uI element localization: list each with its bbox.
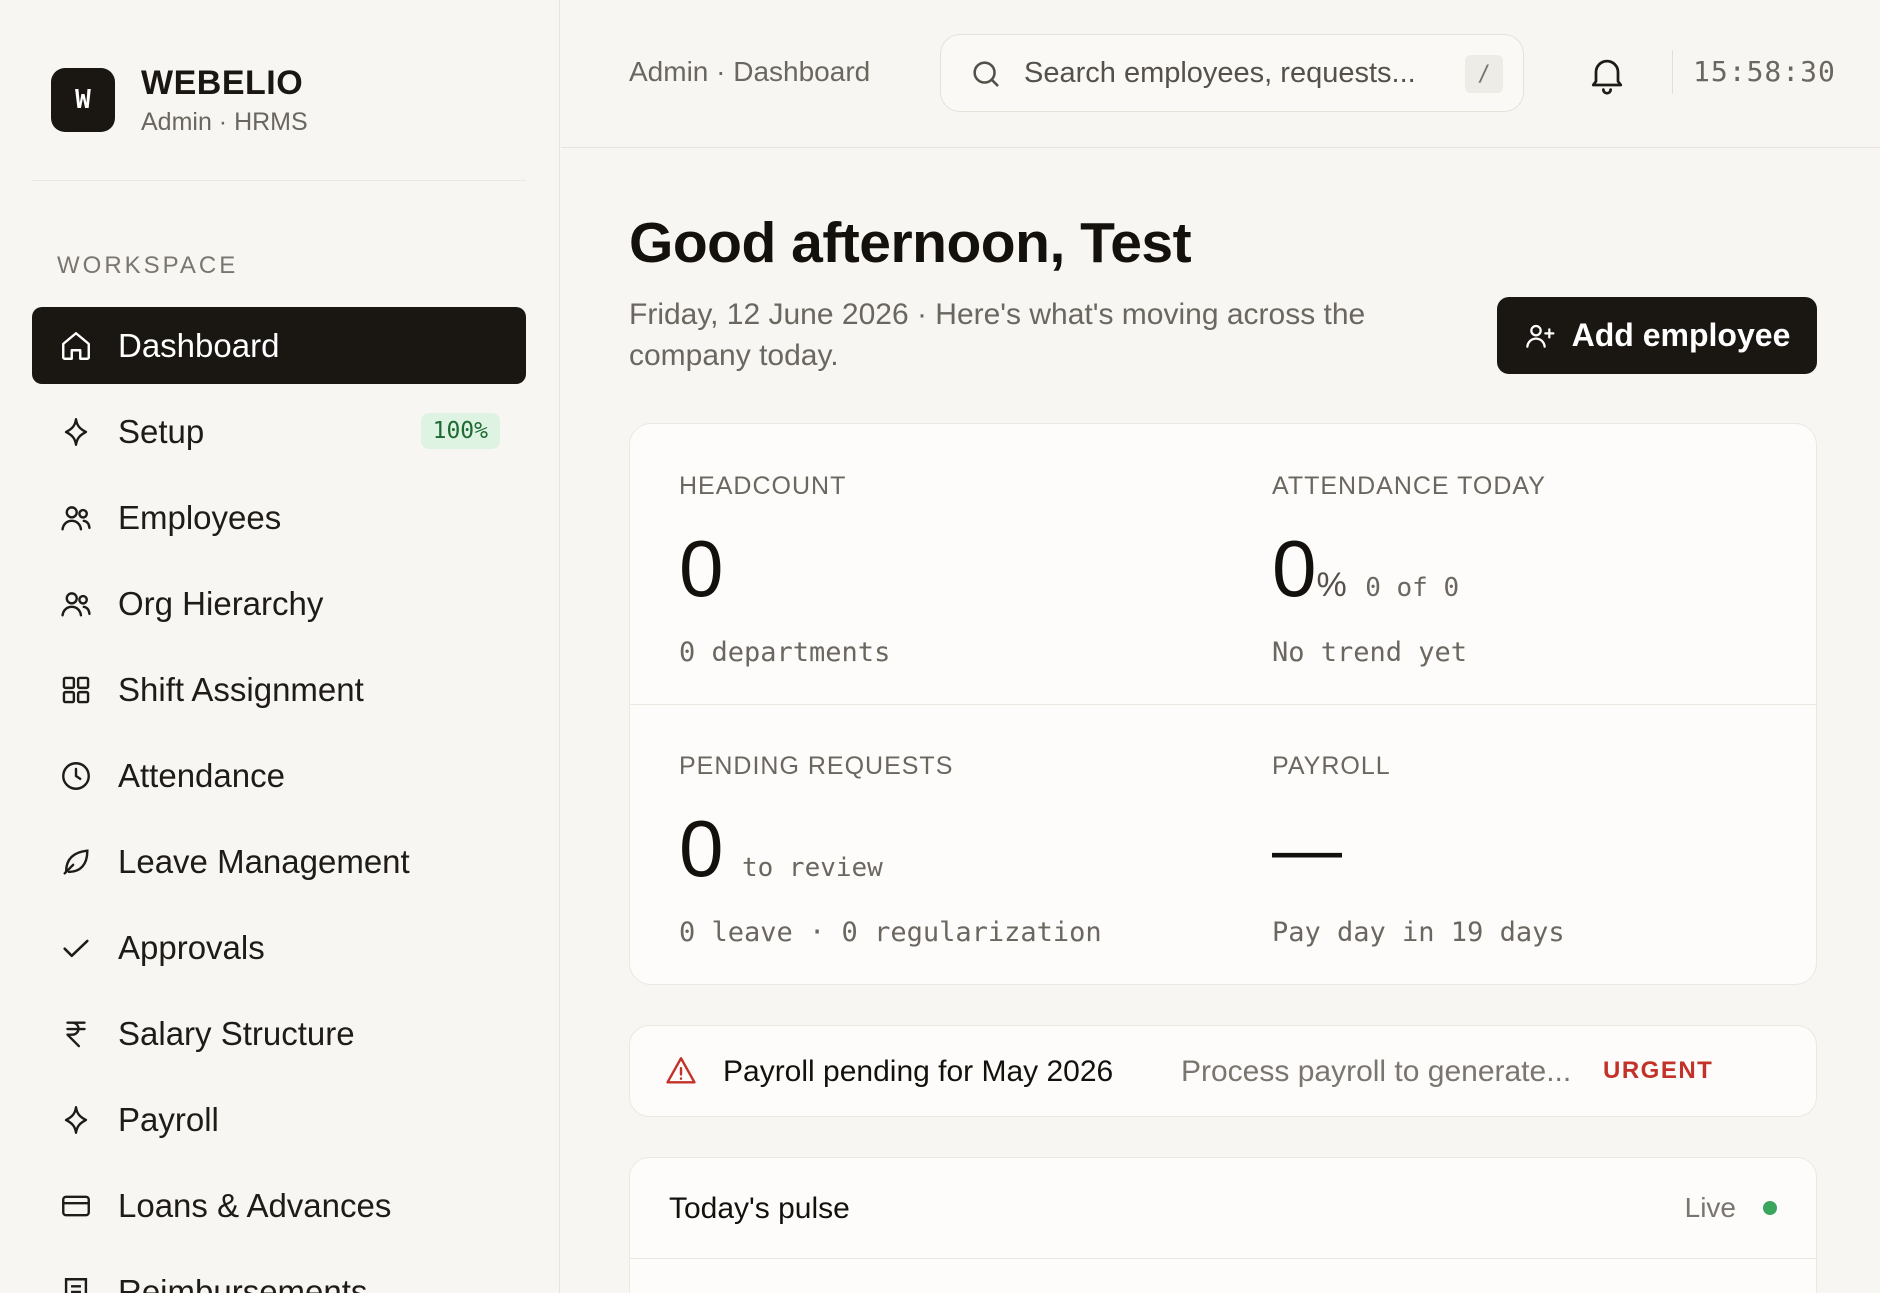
stat-attendance[interactable]: ATTENDANCE TODAY 0% 0 of 0 No trend yet [1272,472,1546,668]
stat-value-row: — [1272,809,1565,889]
stat-label: ATTENDANCE TODAY [1272,472,1546,500]
sidebar-item-approvals[interactable]: Approvals [32,909,526,986]
brand[interactable]: W WEBELIO Admin · HRMS [51,63,308,137]
live-indicator-dot [1763,1201,1777,1215]
search-input[interactable] [1024,53,1424,93]
sparkle-icon [58,414,94,450]
bell-icon[interactable] [1585,51,1629,97]
stats-card: HEADCOUNT 0 0 departments ATTENDANCE TOD… [629,423,1817,985]
sidebar-item-label: Payroll [118,1100,219,1138]
search-icon [973,61,999,87]
brand-logo: W [51,68,115,132]
stat-inline: 0 of 0 [1365,573,1460,603]
sidebar-item-org-hierarchy[interactable]: Org Hierarchy [32,565,526,642]
card-icon [58,1188,94,1224]
app-root: W WEBELIO Admin · HRMS WORKSPACE Dashboa… [0,0,1880,1293]
page-subtitle: Friday, 12 June 2026 · Here's what's mov… [629,298,1366,372]
stat-inline: to review [741,853,883,883]
stat-value: 0 [679,524,724,613]
sidebar-item-label: Org Hierarchy [118,584,324,622]
sidebar-item-label: Approvals [118,928,265,966]
payroll-alert[interactable]: Payroll pending for May 2026 Process pay… [629,1025,1817,1117]
sidebar-item-reimbursements[interactable]: Reimbursements [32,1253,526,1293]
add-employee-label: Add employee [1571,317,1791,353]
clock: 15:58:30 [1693,55,1836,88]
stat-pending-requests[interactable]: PENDING REQUESTS 0 to review 0 leave · 0… [679,752,1102,948]
stat-foot: 0 leave · 0 regularization [679,917,1102,948]
receipt-icon [58,1274,94,1293]
stats-divider [630,704,1816,705]
sidebar-item-leave-management[interactable]: Leave Management [32,823,526,900]
stat-foot: 0 departments [679,637,891,668]
grid-icon [58,672,94,708]
add-user-icon [1525,324,1555,348]
sidebar-item-setup[interactable]: Setup 100% [32,393,526,470]
users-icon [58,500,94,536]
setup-progress-badge: 100% [420,413,500,449]
brand-text: WEBELIO Admin · HRMS [141,63,308,137]
sidebar-item-label: Shift Assignment [118,670,364,708]
sidebar: W WEBELIO Admin · HRMS WORKSPACE Dashboa… [0,0,560,1293]
brand-subtitle: Admin · HRMS [141,108,308,136]
sidebar-item-label: Setup [118,412,205,450]
page-title: Good afternoon, Test [629,211,1192,275]
search-box[interactable]: / [940,34,1524,112]
breadcrumb: Admin · Dashboard [629,56,871,87]
sidebar-item-shift-assignment[interactable]: Shift Assignment [32,651,526,728]
section-label-workspace: WORKSPACE [57,252,239,279]
users-icon [58,586,94,622]
sidebar-item-label: Dashboard [118,326,280,364]
topbar: Admin · Dashboard / 15:58:30 [561,0,1880,148]
pulse-title: Today's pulse [669,1192,850,1225]
todays-pulse-card: Today's pulse Live [629,1157,1817,1293]
home-icon [58,328,94,364]
stat-value: 0 [679,804,724,893]
stat-label: PAYROLL [1272,752,1391,780]
stat-label: HEADCOUNT [679,472,847,500]
sidebar-item-label: Salary Structure [118,1014,355,1052]
sidebar-divider [32,180,526,181]
clock-icon [58,758,94,794]
add-employee-button[interactable]: Add employee [1497,297,1817,374]
rupee-icon [58,1016,94,1052]
stat-value: — [1272,810,1342,888]
check-icon [58,930,94,966]
stat-headcount[interactable]: HEADCOUNT 0 0 departments [679,472,890,668]
sidebar-item-label: Attendance [118,756,285,794]
stat-value-row: 0% 0 of 0 [1272,529,1546,609]
stat-foot: No trend yet [1272,637,1468,668]
sidebar-item-salary-structure[interactable]: Salary Structure [32,995,526,1072]
alert-title: Payroll pending for May 2026 [723,1055,1114,1088]
alert-description: Process payroll to generate... [1181,1055,1572,1088]
stat-label: PENDING REQUESTS [679,752,954,780]
sidebar-item-label: Reimbursements [118,1272,368,1293]
warning-icon [666,1057,696,1084]
sparkle-icon [58,1102,94,1138]
stat-unit: % [1316,566,1347,604]
topbar-divider [1672,50,1673,94]
sidebar-item-employees[interactable]: Employees [32,479,526,556]
stat-foot: Pay day in 19 days [1272,917,1565,948]
pulse-divider [630,1258,1816,1259]
leaf-icon [58,844,94,880]
sidebar-item-label: Leave Management [118,842,410,880]
sidebar-nav: Dashboard Setup 100% Employees Org Hiera… [32,307,526,1293]
stat-value-row: 0 [679,529,890,609]
stat-value-row: 0 to review [679,809,1102,889]
stat-value: 0 [1272,524,1317,613]
sidebar-item-attendance[interactable]: Attendance [32,737,526,814]
sidebar-item-loans-advances[interactable]: Loans & Advances [32,1167,526,1244]
urgent-badge: URGENT [1603,1057,1714,1084]
search-shortcut-key: / [1465,55,1503,93]
sidebar-item-payroll[interactable]: Payroll [32,1081,526,1158]
brand-name: WEBELIO [141,64,304,102]
sidebar-item-dashboard[interactable]: Dashboard [32,307,526,384]
sidebar-item-label: Employees [118,498,282,536]
live-status: Live [1684,1192,1736,1223]
sidebar-item-label: Loans & Advances [118,1186,392,1224]
stat-payroll[interactable]: PAYROLL — Pay day in 19 days [1272,752,1565,948]
